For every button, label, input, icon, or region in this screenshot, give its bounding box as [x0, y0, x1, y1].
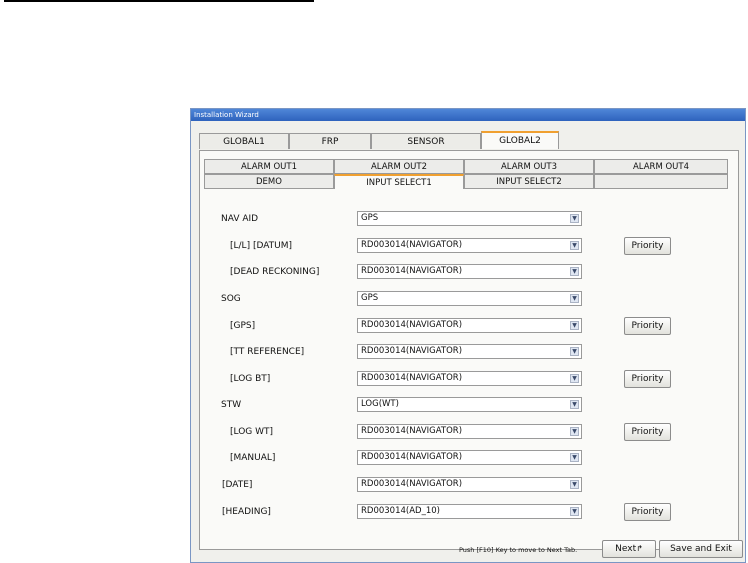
subtab-demo[interactable]: DEMO	[204, 174, 334, 189]
row-label: [LOG BT]	[230, 374, 271, 384]
row-label: [GPS]	[230, 321, 256, 331]
chevron-down-icon[interactable]: ▼	[570, 374, 579, 383]
chevron-down-icon[interactable]: ▼	[570, 214, 579, 223]
row-label: [LOG WT]	[230, 427, 274, 437]
chevron-down-icon[interactable]: ▼	[570, 294, 579, 303]
dropdown-value: GPS	[361, 213, 379, 223]
source-dropdown[interactable]: RD003014(NAVIGATOR) ▼	[357, 450, 582, 465]
subtab-input-select1[interactable]: INPUT SELECT1	[334, 174, 464, 189]
source-dropdown[interactable]: RD003014(NAVIGATOR) ▼	[357, 318, 582, 333]
dropdown-value: RD003014(NAVIGATOR)	[361, 479, 463, 489]
chevron-down-icon[interactable]: ▼	[570, 321, 579, 330]
chevron-down-icon[interactable]: ▼	[570, 453, 579, 462]
subtab-empty	[594, 174, 728, 189]
row-label: SOG	[221, 294, 241, 304]
installation-wizard-window: Installation Wizard GLOBAL1 FRP SENSOR GLOB…	[190, 108, 746, 563]
chevron-down-icon[interactable]: ▼	[570, 427, 579, 436]
save-and-exit-button[interactable]: Save and Exit	[659, 540, 743, 558]
row-label: [DATE]	[222, 480, 253, 490]
priority-button[interactable]: Priority	[624, 237, 671, 255]
source-dropdown[interactable]: GPS ▼	[357, 291, 582, 306]
dropdown-value: RD003014(NAVIGATOR)	[361, 452, 463, 462]
global2-panel: ALARM OUT1 ALARM OUT2 ALARM OUT3 ALARM OUT4…	[199, 150, 739, 550]
subtab-alarm-out4[interactable]: ALARM OUT4	[594, 159, 728, 174]
row-label: NAV AID	[221, 214, 259, 224]
priority-button[interactable]: Priority	[624, 423, 671, 441]
top-rule	[4, 0, 314, 2]
subtab-alarm-out3[interactable]: ALARM OUT3	[464, 159, 594, 174]
subtab-input-select2[interactable]: INPUT SELECT2	[464, 174, 594, 189]
dropdown-value: RD003014(NAVIGATOR)	[361, 426, 463, 436]
subtab-alarm-out1[interactable]: ALARM OUT1	[204, 159, 334, 174]
source-dropdown[interactable]: RD003014(AD_10) ▼	[357, 504, 582, 519]
row-label: STW	[221, 400, 242, 410]
row-label: [L/L] [DATUM]	[230, 241, 293, 251]
chevron-down-icon[interactable]: ▼	[570, 241, 579, 250]
row-label: [MANUAL]	[230, 453, 276, 463]
priority-button[interactable]: Priority	[624, 317, 671, 335]
chevron-down-icon[interactable]: ▼	[570, 400, 579, 409]
next-button[interactable]: Next↱	[602, 540, 656, 558]
dropdown-value: RD003014(NAVIGATOR)	[361, 373, 463, 383]
chevron-down-icon[interactable]: ▼	[570, 507, 579, 516]
chevron-down-icon[interactable]: ▼	[570, 267, 579, 276]
next-button-label: Next	[615, 544, 637, 554]
row-label: [HEADING]	[222, 507, 271, 517]
cursor-icon: ↱	[636, 544, 643, 553]
dropdown-value: GPS	[361, 293, 379, 303]
source-dropdown[interactable]: GPS ▼	[357, 211, 582, 226]
dropdown-value: RD003014(NAVIGATOR)	[361, 240, 463, 250]
tab-global2[interactable]: GLOBAL2	[481, 131, 559, 149]
source-dropdown[interactable]: RD003014(NAVIGATOR) ▼	[357, 424, 582, 439]
source-dropdown[interactable]: RD003014(NAVIGATOR) ▼	[357, 344, 582, 359]
tab-global1[interactable]: GLOBAL1	[199, 133, 289, 149]
chevron-down-icon[interactable]: ▼	[570, 480, 579, 489]
chevron-down-icon[interactable]: ▼	[570, 347, 579, 356]
tab-sensor[interactable]: SENSOR	[371, 133, 481, 149]
source-dropdown[interactable]: RD003014(NAVIGATOR) ▼	[357, 371, 582, 386]
f10-hint: Push [F10] Key to move to Next Tab.	[459, 546, 578, 554]
dropdown-value: LOG(WT)	[361, 399, 399, 409]
priority-button[interactable]: Priority	[624, 503, 671, 521]
dropdown-value: RD003014(NAVIGATOR)	[361, 266, 463, 276]
row-label: [TT REFERENCE]	[230, 347, 305, 357]
priority-button[interactable]: Priority	[624, 370, 671, 388]
subtab-alarm-out2[interactable]: ALARM OUT2	[334, 159, 464, 174]
dropdown-value: RD003014(AD_10)	[361, 506, 440, 516]
source-dropdown[interactable]: RD003014(NAVIGATOR) ▼	[357, 477, 582, 492]
tab-frp[interactable]: FRP	[289, 133, 371, 149]
row-label: [DEAD RECKONING]	[230, 267, 320, 277]
source-dropdown[interactable]: RD003014(NAVIGATOR) ▼	[357, 238, 582, 253]
dropdown-value: RD003014(NAVIGATOR)	[361, 320, 463, 330]
dropdown-value: RD003014(NAVIGATOR)	[361, 346, 463, 356]
window-title: Installation Wizard	[191, 109, 745, 121]
source-dropdown[interactable]: RD003014(NAVIGATOR) ▼	[357, 264, 582, 279]
source-dropdown[interactable]: LOG(WT) ▼	[357, 397, 582, 412]
